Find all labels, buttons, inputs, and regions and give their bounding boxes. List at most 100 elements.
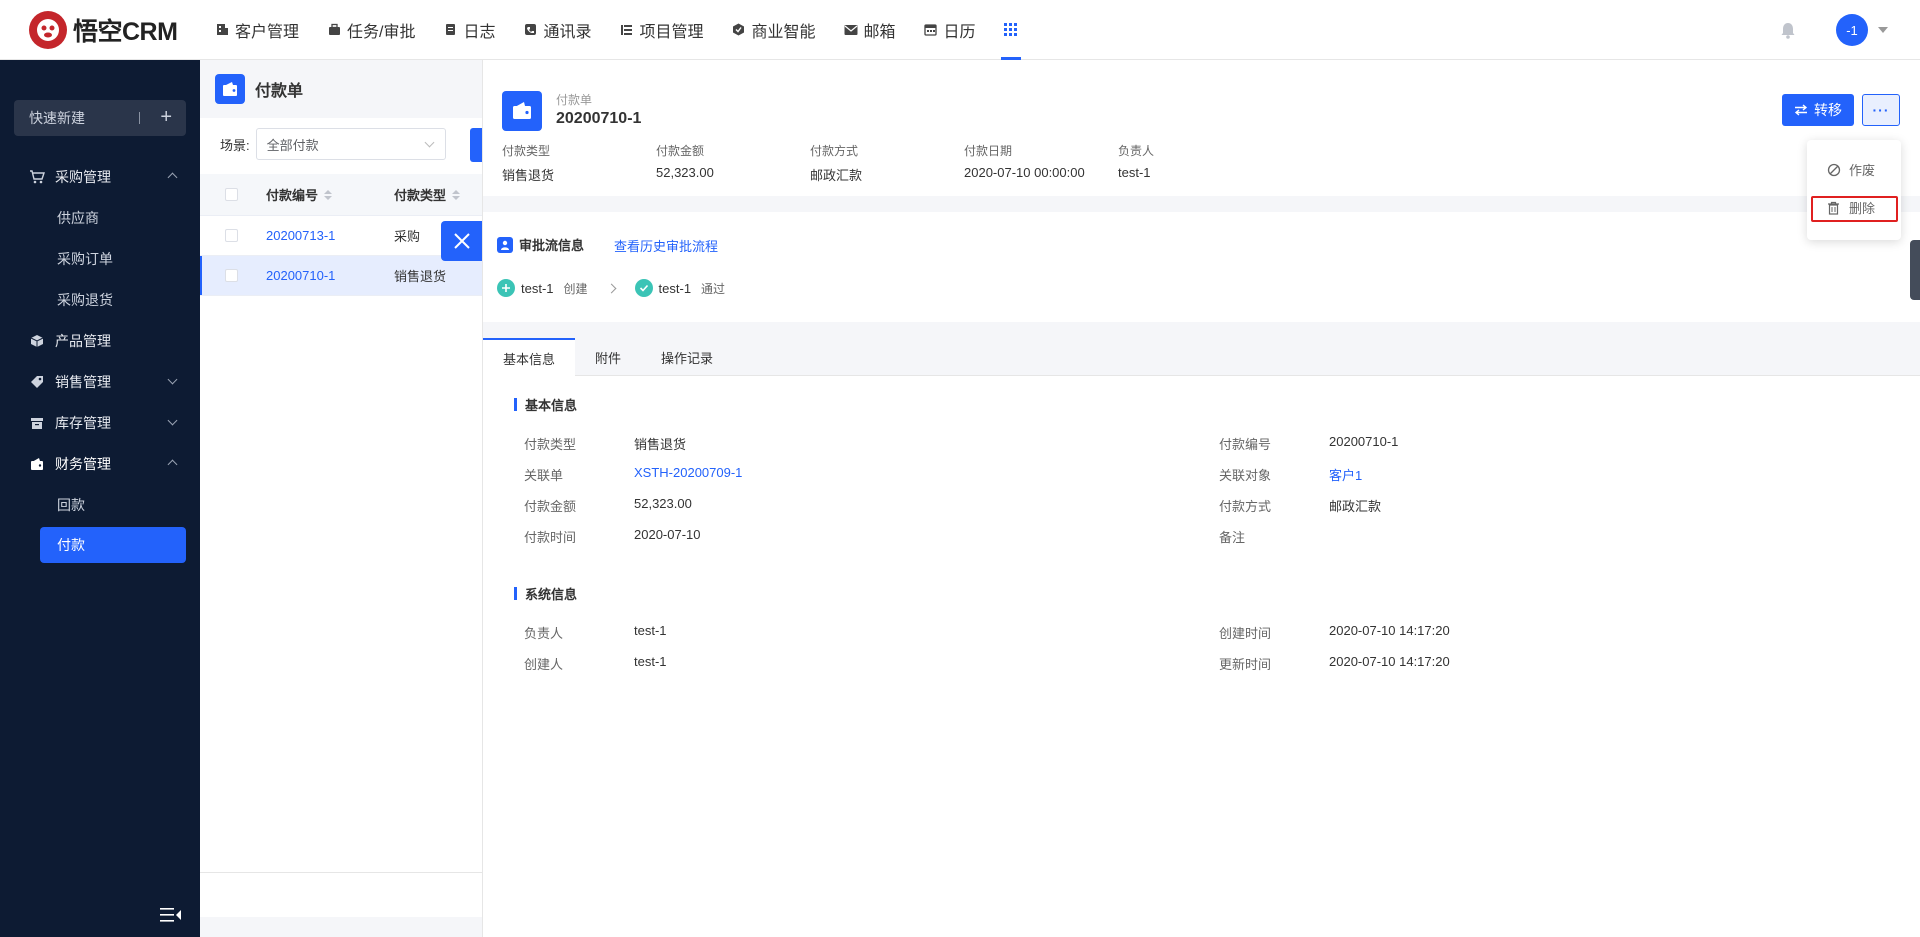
scene-select[interactable]: 全部付款 [255, 128, 446, 160]
nav-apps[interactable] [1000, 0, 1038, 60]
transfer-button[interactable]: 转移 [1782, 94, 1854, 126]
bi-icon [732, 23, 746, 37]
sidebar-item-payment[interactable]: 付款 [40, 527, 186, 563]
check-circle-icon [634, 279, 653, 297]
tag-icon [29, 374, 45, 390]
top-right-tools: -1 [1778, 0, 1920, 60]
tab-operation-log[interactable]: 操作记录 [641, 338, 733, 376]
sidebar-item-label: 库存管理 [55, 414, 111, 431]
column-header[interactable]: 付款类型 [394, 185, 474, 204]
approval-user: test-1 [521, 280, 554, 296]
avatar[interactable]: -1 [1836, 14, 1868, 46]
approval-action: 通过 [701, 281, 726, 296]
detail-header: 付款单 20200710-1 转移 ··· 付款类型 销售退货 付款金额 52,32… [483, 60, 1920, 196]
detail-panel: 付款单 20200710-1 转移 ··· 付款类型 销售退货 付款金额 52,32… [482, 60, 1920, 937]
chevron-up-icon [167, 459, 178, 470]
nav-calendar[interactable]: 日历 [924, 0, 990, 60]
detail-subtitle: 付款单 [556, 93, 593, 107]
field-row: 创建时间 2020-07-10 14:17:20 [1219, 623, 1450, 642]
related-object-link[interactable]: 客户1 [1329, 465, 1362, 484]
summary-key: 付款日期 [964, 144, 1013, 158]
chevron-down-icon[interactable] [1878, 27, 1888, 33]
project-icon [620, 23, 634, 37]
field-value: 2020-07-10 [634, 527, 701, 542]
ban-icon [1827, 163, 1841, 177]
summary-value: 销售退货 [502, 168, 555, 183]
field-key: 付款方式 [1219, 499, 1272, 514]
payment-no-link[interactable]: 20200713-1 [266, 228, 394, 243]
sidebar: 快速新建 + 采购管理 供应商 采购订单 采购退货 产品管理 销售管理 库存管理… [0, 60, 200, 937]
chevron-down-icon [424, 137, 435, 148]
plus-circle-icon [497, 279, 515, 297]
sidebar-item-inventory[interactable]: 库存管理 [0, 402, 200, 443]
bell-icon[interactable] [1778, 20, 1798, 40]
nav-label: 通讯录 [543, 23, 592, 41]
column-header[interactable]: 付款编号 [266, 185, 394, 204]
sort-icon[interactable] [452, 189, 461, 200]
action-button-edge[interactable] [470, 128, 482, 162]
summary-item: 付款方式 邮政汇款 [810, 142, 964, 184]
detail-summary: 付款类型 销售退货 付款金额 52,323.00 付款方式 邮政汇款 付款日期 2020… [502, 142, 1272, 184]
summary-item: 付款金额 52,323.00 [656, 142, 810, 184]
collapse-menu-icon[interactable] [160, 907, 182, 923]
field-key: 更新时间 [1219, 657, 1272, 672]
field-row: 付款金额 52,323.00 [524, 496, 692, 515]
payment-no-link[interactable]: 20200710-1 [266, 268, 394, 283]
nav-log[interactable]: 日志 [443, 0, 509, 60]
nav-customer[interactable]: 客户管理 [215, 0, 313, 60]
nav-bi[interactable]: 商业智能 [732, 0, 830, 60]
chevron-right-icon [606, 283, 616, 293]
tab-attachments[interactable]: 附件 [575, 338, 641, 376]
sidebar-item-receipt[interactable]: 回款 [0, 484, 200, 525]
monkey-logo-icon [29, 10, 67, 49]
field-row: 付款编号 20200710-1 [1219, 434, 1398, 453]
sort-icon[interactable] [324, 189, 333, 200]
sidebar-item-purchase-return[interactable]: 采购退货 [0, 279, 200, 320]
sidebar-menu: 采购管理 供应商 采购订单 采购退货 产品管理 销售管理 库存管理 财务管理 回… [0, 156, 200, 563]
field-key: 付款时间 [524, 530, 577, 545]
table-row[interactable]: 20200710-1 销售退货 [200, 256, 482, 296]
summary-value: test-1 [1118, 165, 1151, 180]
select-all-checkbox[interactable] [225, 188, 238, 201]
phone-book-icon [523, 23, 537, 37]
approval-history-link[interactable]: 查看历史审批流程 [614, 236, 718, 255]
sidebar-item-sales[interactable]: 销售管理 [0, 361, 200, 402]
sidebar-item-label: 采购管理 [55, 168, 111, 185]
row-checkbox[interactable] [225, 269, 238, 282]
related-order-link[interactable]: XSTH-20200709-1 [634, 465, 742, 484]
quick-new-button[interactable]: 快速新建 + [14, 100, 186, 136]
sidebar-item-finance[interactable]: 财务管理 [0, 443, 200, 484]
nav-contacts[interactable]: 通讯录 [523, 0, 605, 60]
summary-key: 付款金额 [656, 144, 705, 158]
section-title-system: 系统信息 [514, 584, 577, 603]
close-icon [453, 233, 470, 249]
approval-action: 创建 [563, 281, 588, 296]
table-row[interactable]: 20200713-1 采购 [200, 216, 482, 256]
summary-item: 负责人 test-1 [1118, 142, 1272, 184]
row-checkbox[interactable] [225, 229, 238, 242]
detail-title: 20200710-1 [556, 110, 642, 127]
table-header: 付款编号 付款类型 [200, 174, 482, 216]
nav-mail[interactable]: 邮箱 [844, 0, 910, 60]
wallet-icon [215, 74, 245, 104]
field-key: 备注 [1219, 530, 1246, 545]
sidebar-item-supplier[interactable]: 供应商 [0, 197, 200, 238]
nav-task[interactable]: 任务/审批 [327, 0, 429, 60]
nav-project[interactable]: 项目管理 [620, 0, 718, 60]
logo[interactable]: 悟空CRM [29, 10, 215, 49]
briefcase-icon [327, 23, 341, 37]
sidebar-item-product[interactable]: 产品管理 [0, 320, 200, 361]
transfer-label: 转移 [1814, 102, 1842, 118]
close-detail-button[interactable] [441, 221, 482, 261]
sidebar-item-purchase[interactable]: 采购管理 [0, 156, 200, 197]
sidebar-item-purchase-order[interactable]: 采购订单 [0, 238, 200, 279]
nav-label: 日志 [463, 23, 496, 41]
chevron-up-icon [167, 172, 178, 183]
side-widget-handle[interactable] [1910, 240, 1920, 300]
calendar-icon [924, 23, 938, 37]
menu-item-void[interactable]: 作废 [1827, 160, 1875, 179]
building-icon [215, 23, 229, 37]
field-key: 关联单 [524, 468, 564, 483]
more-button[interactable]: ··· [1862, 94, 1900, 126]
tab-basic-info[interactable]: 基本信息 [483, 338, 576, 376]
